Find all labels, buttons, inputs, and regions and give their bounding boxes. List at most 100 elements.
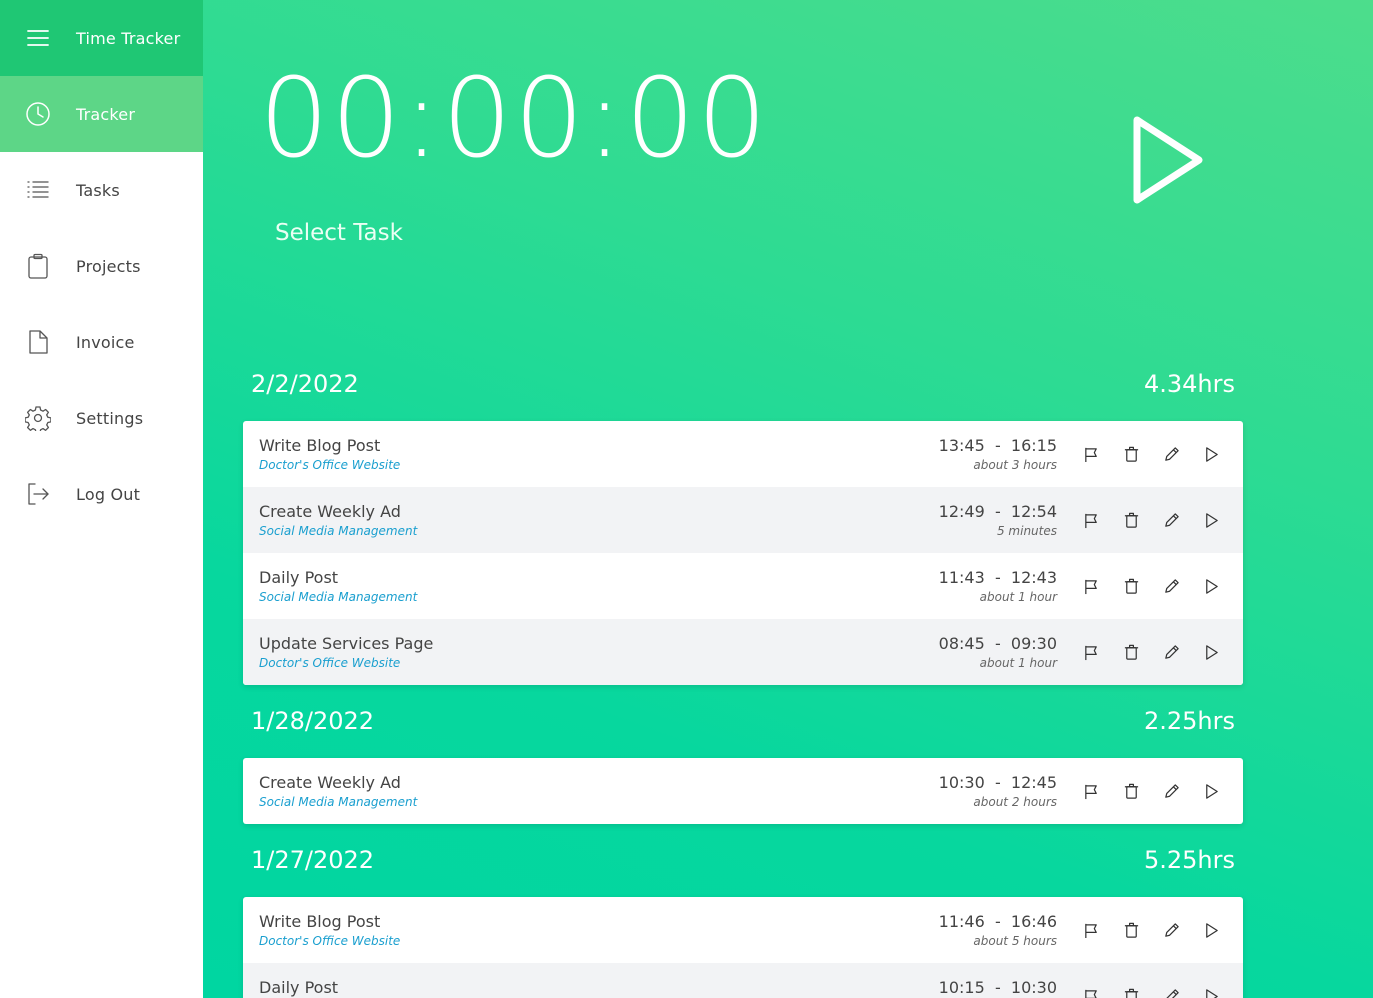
menu-icon[interactable] [0,0,76,76]
delete-button[interactable] [1111,632,1151,672]
sidebar-item-invoice[interactable]: Invoice [0,304,203,380]
entry-actions [1071,632,1231,672]
duration: about 1 hour [979,656,1057,670]
day-date: 1/27/2022 [251,846,375,874]
edit-button[interactable] [1151,566,1191,606]
delete-button[interactable] [1111,500,1151,540]
document-icon [0,304,76,380]
delete-button[interactable] [1111,566,1151,606]
day-total-hours: 5.25hrs [1143,846,1235,874]
sidebar-item-tracker[interactable]: Tracker [0,76,203,152]
delete-button[interactable] [1111,910,1151,950]
time-entry-row: Update Services Page Doctor's Office Webs… [243,619,1243,685]
edit-button[interactable] [1151,976,1191,998]
trash-icon [1123,988,1140,998]
time-entry-row: Create Weekly Ad Social Media Management 1… [243,487,1243,553]
resume-button[interactable] [1191,910,1231,950]
clipboard-icon [0,228,76,304]
flag-icon [1083,512,1100,529]
delete-button[interactable] [1111,434,1151,474]
flag-button[interactable] [1071,632,1111,672]
logout-icon [0,456,76,532]
entry-time: 11:46 - 16:46 about 5 hours [817,912,1057,948]
play-icon [1203,922,1220,939]
edit-button[interactable] [1151,910,1191,950]
edit-button[interactable] [1151,500,1191,540]
edit-button[interactable] [1151,771,1191,811]
entry-time: 11:43 - 12:43 about 1 hour [817,568,1057,604]
entry-time: 08:45 - 09:30 about 1 hour [817,634,1057,670]
flag-button[interactable] [1071,910,1111,950]
entry-info: Daily Post Social Media Management [259,568,817,604]
sidebar-item-tasks[interactable]: Tasks [0,152,203,228]
app-title: Time Tracker [76,28,181,48]
day-entries-card: Write Blog Post Doctor's Office Website 13… [243,421,1243,685]
project-link[interactable]: Doctor's Office Website [259,934,817,948]
resume-button[interactable] [1191,632,1231,672]
sidebar-item-projects[interactable]: Projects [0,228,203,304]
sidebar-item-settings[interactable]: Settings [0,380,203,456]
day-total-hours: 2.25hrs [1143,707,1235,735]
resume-button[interactable] [1191,500,1231,540]
flag-icon [1083,446,1100,463]
select-task-dropdown[interactable]: Select Task [275,220,403,246]
flag-button[interactable] [1071,434,1111,474]
resume-button[interactable] [1191,434,1231,474]
project-link[interactable]: Social Media Management [259,524,817,538]
delete-button[interactable] [1111,976,1151,998]
entry-actions [1071,771,1231,811]
project-link[interactable]: Doctor's Office Website [259,656,817,670]
project-link[interactable]: Social Media Management [259,590,817,604]
sidebar-item-label: Invoice [76,332,135,352]
flag-icon [1083,783,1100,800]
pencil-icon [1163,922,1180,939]
entry-info: Write Blog Post Doctor's Office Website [259,912,817,948]
flag-icon [1083,988,1100,998]
day-date: 2/2/2022 [251,370,359,398]
pencil-icon [1163,512,1180,529]
delete-button[interactable] [1111,771,1151,811]
start-timer-button[interactable] [1131,114,1205,206]
resume-button[interactable] [1191,566,1231,606]
day-header: 1/27/2022 5.25hrs [251,846,1235,874]
task-name: Daily Post [259,978,339,997]
trash-icon [1123,783,1140,800]
entry-actions [1071,566,1231,606]
project-link[interactable]: Doctor's Office Website [259,458,817,472]
edit-button[interactable] [1151,434,1191,474]
sidebar-item-logout[interactable]: Log Out [0,456,203,532]
play-icon [1203,446,1220,463]
resume-button[interactable] [1191,771,1231,811]
task-name: Create Weekly Ad [259,502,401,521]
edit-button[interactable] [1151,632,1191,672]
trash-icon [1123,644,1140,661]
entry-time: 10:30 - 12:45 about 2 hours [817,773,1057,809]
flag-button[interactable] [1071,566,1111,606]
entry-actions [1071,910,1231,950]
entry-time: 13:45 - 16:15 about 3 hours [817,436,1057,472]
day-date: 1/28/2022 [251,707,375,735]
sidebar-item-label: Projects [76,256,141,276]
sidebar-header: Time Tracker [0,0,203,76]
flag-button[interactable] [1071,500,1111,540]
task-name: Write Blog Post [259,436,381,455]
trash-icon [1123,446,1140,463]
project-link[interactable]: Social Media Management [259,795,817,809]
entry-actions [1071,434,1231,474]
flag-button[interactable] [1071,976,1111,998]
time-range: 11:46 - 16:46 [938,912,1057,931]
task-name: Update Services Page [259,634,434,653]
time-range: 08:45 - 09:30 [938,634,1057,653]
timer-display: 00:00:00 [259,54,770,182]
list-icon [0,152,76,228]
pencil-icon [1163,783,1180,800]
entry-info: Create Weekly Ad Social Media Management [259,502,817,538]
task-name: Create Weekly Ad [259,773,401,792]
time-range: 12:49 - 12:54 [938,502,1057,521]
day-entries-card: Write Blog Post Doctor's Office Website 11… [243,897,1243,998]
day-header: 2/2/2022 4.34hrs [251,370,1235,398]
flag-button[interactable] [1071,771,1111,811]
flag-icon [1083,644,1100,661]
resume-button[interactable] [1191,976,1231,998]
sidebar-item-label: Log Out [76,484,141,504]
